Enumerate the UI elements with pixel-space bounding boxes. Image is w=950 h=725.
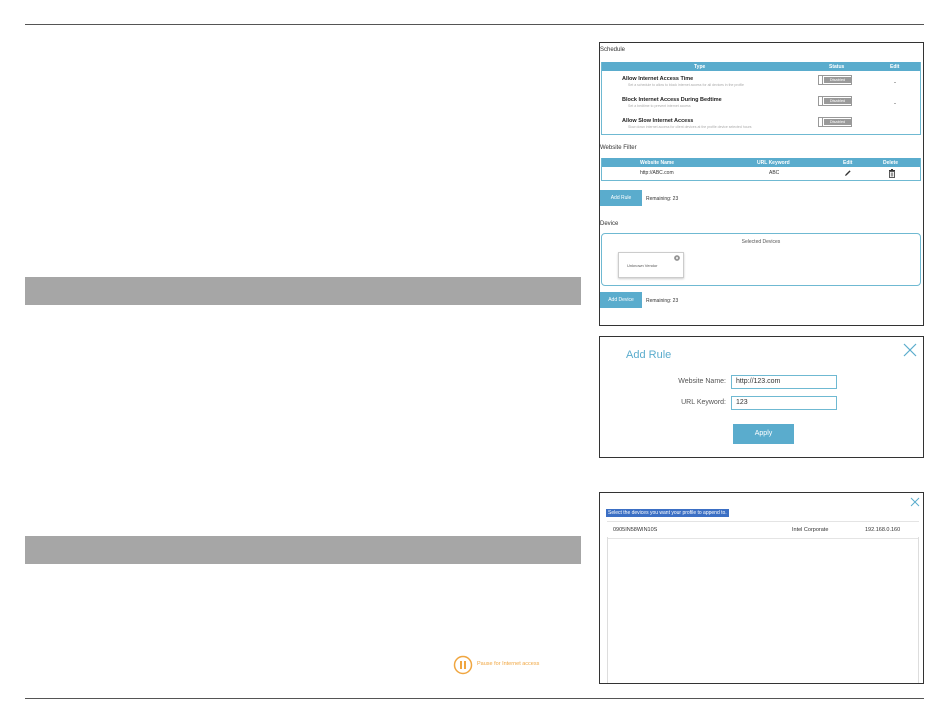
pause-icon[interactable] bbox=[453, 655, 473, 675]
schedule-table-header: Type Status Edit bbox=[602, 62, 920, 71]
schedule-table: Type Status Edit Allow Internet Access T… bbox=[601, 62, 921, 135]
toggle-knob bbox=[819, 76, 823, 84]
slow-internet-toggle[interactable]: Disabled bbox=[818, 117, 852, 127]
website-filter-table: Website Name URL Keyword Edit Delete htt… bbox=[601, 158, 921, 181]
top-rule bbox=[25, 24, 924, 25]
allow-access-time-toggle[interactable]: Disabled bbox=[818, 75, 852, 85]
url-keyword-label: URL Keyword: bbox=[681, 399, 726, 406]
toggle-status: Disabled bbox=[824, 77, 851, 83]
url-keyword-input[interactable]: 123 bbox=[731, 396, 837, 410]
select-devices-dialog: Select the devices you want your profile… bbox=[599, 492, 924, 684]
trash-icon[interactable] bbox=[888, 169, 896, 178]
close-icon[interactable] bbox=[902, 342, 918, 358]
device-card-name: Unknown Vendor bbox=[627, 263, 658, 268]
schedule-row-title: Allow Slow Internet Access bbox=[622, 118, 694, 124]
device-label: Device bbox=[600, 221, 619, 227]
col-delete: Delete bbox=[883, 160, 899, 166]
pause-label[interactable]: Pause for Internet access bbox=[477, 661, 539, 667]
block-bedtime-toggle[interactable]: Disabled bbox=[818, 96, 852, 106]
device-ip: 192.168.0.160 bbox=[865, 527, 901, 533]
selected-devices-title: Selected Devices bbox=[741, 239, 781, 245]
schedule-row-title: Allow Internet Access Time bbox=[622, 76, 694, 82]
col-url-keyword: URL Keyword bbox=[757, 160, 790, 166]
device-vendor: Intel Corporate bbox=[792, 527, 829, 533]
col-edit: Edit bbox=[843, 160, 853, 166]
edit-dash[interactable]: - bbox=[894, 80, 896, 86]
selected-devices-box: Selected Devices Unknown Vendor bbox=[601, 233, 921, 286]
device-name: 0905IN58WIN10S bbox=[613, 527, 658, 533]
profile-settings-panel: Schedule Type Status Edit Allow Internet… bbox=[599, 42, 924, 326]
bottom-rule bbox=[25, 698, 924, 699]
add-rule-button[interactable]: Add Rule bbox=[600, 190, 642, 206]
toggle-knob bbox=[819, 97, 823, 105]
website-filter-header: Website Name URL Keyword Edit Delete bbox=[602, 158, 920, 167]
website-name-input[interactable]: http://123.com bbox=[731, 375, 837, 389]
col-status: Status bbox=[829, 64, 845, 70]
schedule-row-subtitle: Slow down internet access for client dev… bbox=[628, 125, 752, 129]
website-filter-label: Website Filter bbox=[600, 145, 637, 151]
toggle-knob bbox=[819, 118, 823, 126]
col-edit: Edit bbox=[890, 64, 900, 70]
device-list-area bbox=[607, 537, 919, 683]
remove-device-icon[interactable] bbox=[674, 255, 680, 261]
rules-remaining: Remaining: 23 bbox=[646, 196, 679, 202]
device-card[interactable]: Unknown Vendor bbox=[618, 252, 684, 278]
add-device-button[interactable]: Add Device bbox=[600, 292, 642, 308]
add-rule-dialog: Add Rule Website Name: http://123.com UR… bbox=[599, 336, 924, 458]
url-keyword-cell: ABC bbox=[769, 170, 780, 176]
col-website-name: Website Name bbox=[640, 160, 675, 166]
schedule-row-title: Block Internet Access During Bedtime bbox=[622, 97, 722, 103]
schedule-row-subtitle: Set a schedule to allow to block interne… bbox=[628, 83, 744, 87]
select-devices-hint: Select the devices you want your profile… bbox=[606, 509, 729, 517]
devices-remaining: Remaining: 23 bbox=[646, 298, 679, 304]
edit-dash[interactable]: - bbox=[894, 101, 896, 107]
col-type: Type bbox=[694, 64, 706, 70]
section-band-2 bbox=[25, 536, 581, 564]
website-name-cell: http://ABC.com bbox=[640, 170, 674, 176]
schedule-row-subtitle: Set a bedtime to prevent internet access bbox=[628, 104, 691, 108]
dialog-title: Add Rule bbox=[626, 349, 672, 361]
website-name-label: Website Name: bbox=[678, 378, 726, 385]
toggle-status: Disabled bbox=[824, 98, 851, 104]
pencil-icon[interactable] bbox=[844, 169, 852, 177]
section-band-1 bbox=[25, 277, 581, 305]
apply-button[interactable]: Apply bbox=[733, 424, 794, 444]
close-icon[interactable] bbox=[909, 496, 921, 508]
toggle-status: Disabled bbox=[824, 119, 851, 125]
schedule-label: Schedule bbox=[600, 47, 626, 53]
